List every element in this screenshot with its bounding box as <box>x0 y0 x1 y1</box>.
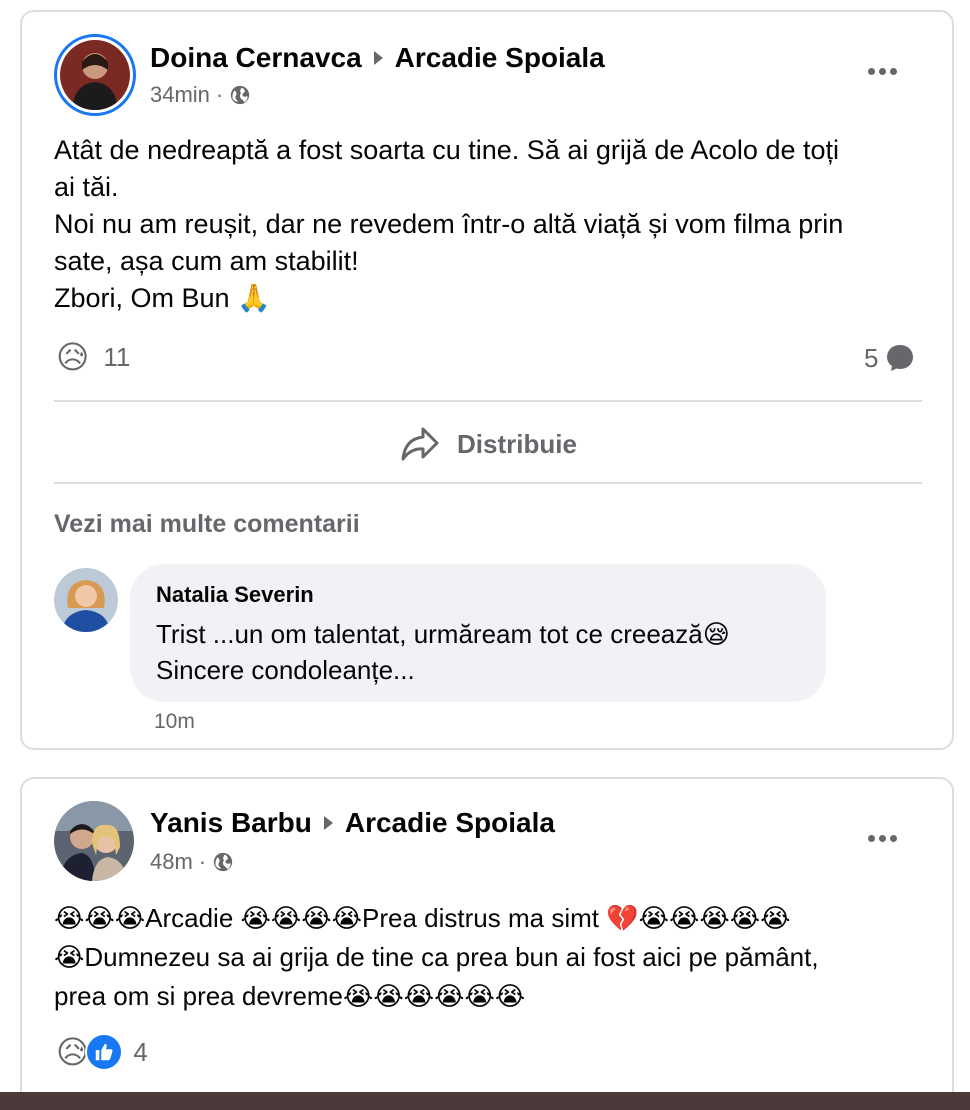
post-body: 😭😭😭Arcadie 😭😭😭😭Prea distrus ma simt 💔😭😭😭… <box>54 899 934 1016</box>
globe-icon <box>213 852 233 872</box>
commenter-avatar[interactable] <box>54 568 118 632</box>
more-options-button[interactable] <box>868 835 897 842</box>
post-card: Yanis Barbu Arcadie Spoiala 48m · 😭😭😭Arc… <box>20 777 954 1110</box>
divider <box>54 482 922 484</box>
post-body-line: Zbori, Om Bun 🙏 <box>54 283 271 313</box>
post-body-line: Atât de nedreaptă a fost soarta cu tine.… <box>54 135 840 165</box>
author-name[interactable]: Doina Cernavca <box>150 42 362 74</box>
post-body-line: 😭Dumnezeu sa ai grija de tine ca prea bu… <box>54 942 819 972</box>
sad-reaction-icon: 😥 <box>56 338 90 376</box>
separator-dot: · <box>198 849 207 874</box>
share-button[interactable]: Distribuie <box>54 416 922 472</box>
post-meta: 48m · <box>150 849 234 875</box>
post-body-line: prea om si prea devreme😭😭😭😭😭😭 <box>54 981 526 1011</box>
post-header: Doina Cernavca Arcadie Spoiala <box>150 42 605 74</box>
comment-bubble: Natalia Severin Trist ...un om talentat,… <box>130 564 826 702</box>
author-name[interactable]: Yanis Barbu <box>150 807 312 839</box>
see-more-comments-link[interactable]: Vezi mai multe comentarii <box>54 510 360 539</box>
comment-author[interactable]: Natalia Severin <box>156 582 800 608</box>
post-meta: 34min · <box>150 82 251 108</box>
post-header: Yanis Barbu Arcadie Spoiala <box>150 807 555 839</box>
globe-icon <box>231 85 250 105</box>
reaction-count: 11 <box>103 341 131 372</box>
post-body: Atât de nedreaptă a fost soarta cu tine.… <box>54 132 924 317</box>
author-avatar[interactable] <box>54 801 134 881</box>
caret-right-icon <box>323 816 333 830</box>
divider <box>54 400 922 402</box>
target-name[interactable]: Arcadie Spoiala <box>345 807 555 839</box>
post-time[interactable]: 48m <box>150 849 193 875</box>
post-body-line: Noi nu am reușit, dar ne revedem într-o … <box>54 209 844 239</box>
reaction-count: 4 <box>133 1036 148 1067</box>
sad-reaction-icon: 😥 <box>56 1033 90 1071</box>
post-card: Doina Cernavca Arcadie Spoiala 34min · A… <box>20 10 954 750</box>
reaction-summary[interactable]: 😥 4 <box>56 1033 148 1071</box>
more-options-button[interactable] <box>868 68 897 75</box>
reaction-summary[interactable]: 😥 11 <box>56 338 130 376</box>
post-body-line: sate, așa cum am stabilit! <box>54 246 359 276</box>
share-label: Distribuie <box>457 428 577 459</box>
comment-text-line: Trist ...un om talentat, urmăream tot ce… <box>156 619 730 649</box>
caret-right-icon <box>373 51 383 65</box>
comment-count: 5 <box>864 342 879 373</box>
share-icon <box>401 427 439 461</box>
comment-bubble-icon <box>887 345 914 371</box>
post-body-line: ai tăi. <box>54 172 119 202</box>
comment-count-button[interactable]: 5 <box>864 342 916 374</box>
author-avatar[interactable] <box>54 34 136 116</box>
post-body-line: 😭😭😭Arcadie 😭😭😭😭Prea distrus ma simt 💔😭😭😭… <box>54 903 791 933</box>
comment-time[interactable]: 10m <box>154 710 195 734</box>
separator-dot: · <box>215 82 224 107</box>
post-time[interactable]: 34min <box>150 82 210 108</box>
background-strip <box>0 1092 970 1110</box>
like-reaction-icon <box>85 1033 124 1071</box>
comment-text-line: Sincere condoleanțe... <box>156 655 415 685</box>
target-name[interactable]: Arcadie Spoiala <box>395 42 605 74</box>
